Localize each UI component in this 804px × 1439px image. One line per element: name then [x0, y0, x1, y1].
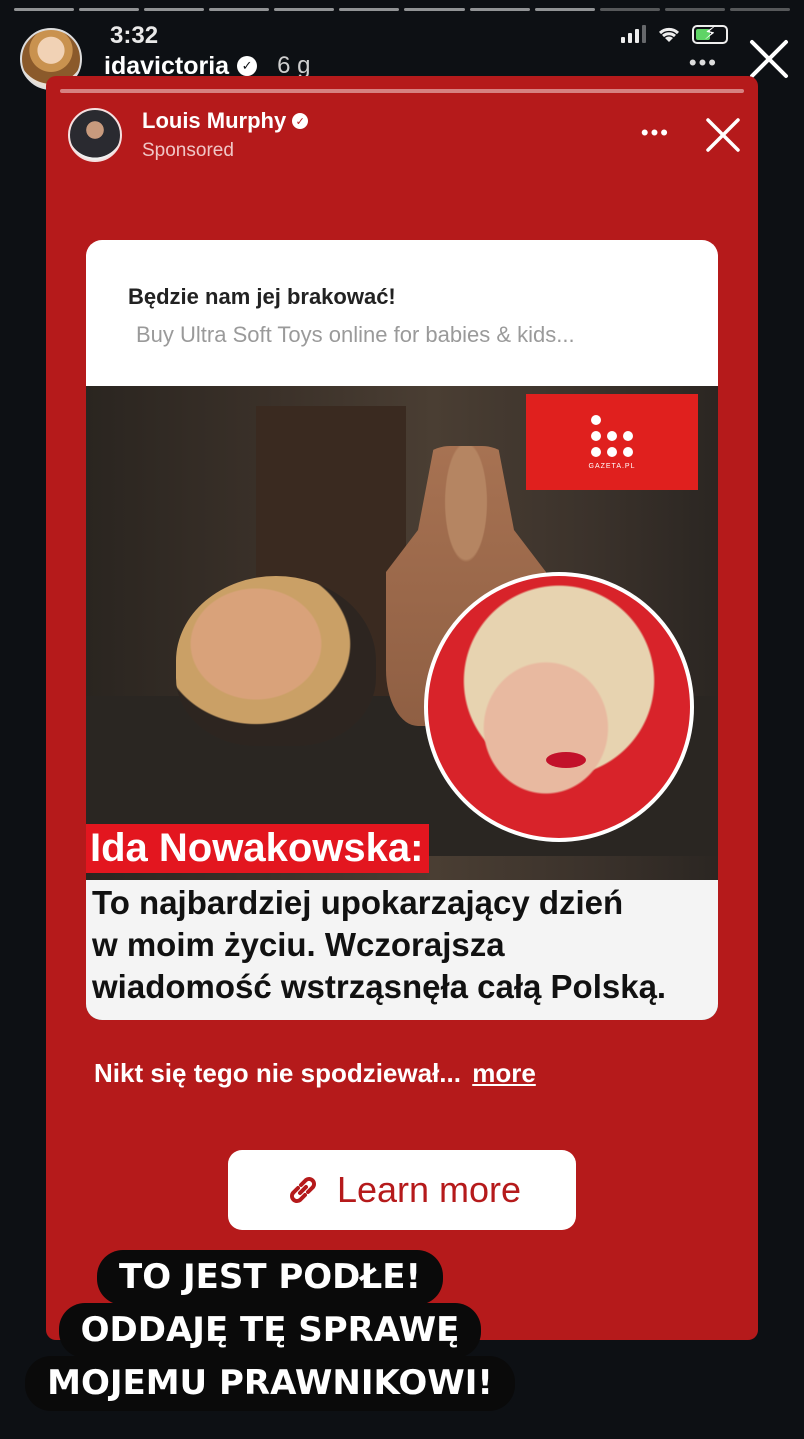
- ad-progress-bar: [60, 89, 744, 93]
- ad-header: Louis Murphy ✓ Sponsored: [68, 108, 309, 162]
- link-preview[interactable]: Będzie nam jej brakować! Buy Ultra Soft …: [86, 240, 718, 386]
- story-more-button[interactable]: •••: [689, 50, 718, 76]
- caption-line: MOJEMU PRAWNIKOWI!: [25, 1356, 515, 1412]
- close-icon[interactable]: [702, 114, 744, 156]
- progress-segment: [599, 8, 660, 11]
- link-title: Będzie nam jej brakować!: [128, 284, 396, 309]
- gazeta-dots-icon: [591, 414, 633, 457]
- ad-description: Nikt się tego nie spodziewał... more: [94, 1058, 536, 1089]
- verified-icon: ✓: [292, 113, 309, 129]
- headline-name: Ida Nowakowska:: [86, 824, 430, 873]
- progress-segment: [79, 8, 140, 11]
- verified-icon: ✓: [237, 56, 258, 76]
- story-progress-bar: [14, 8, 790, 11]
- woman-figure: [176, 576, 376, 746]
- learn-more-button[interactable]: Learn more: [228, 1150, 576, 1230]
- battery-icon: ⚡: [692, 23, 728, 44]
- progress-segment: [339, 8, 400, 11]
- progress-segment: [274, 8, 335, 11]
- status-icons: ⚡: [621, 23, 728, 44]
- headline-body: To najbardziej upokarzający dzień w moim…: [86, 880, 718, 1020]
- progress-segment: [534, 8, 595, 11]
- progress-segment: [729, 8, 790, 11]
- headline-line: wiadomość wstrząsnęła całą Polską.: [92, 968, 667, 1005]
- portrait-inset: [424, 572, 694, 842]
- signal-icon: [621, 25, 646, 43]
- ad-creative[interactable]: Będzie nam jej brakować! Buy Ultra Soft …: [86, 240, 718, 1020]
- gazeta-logo: GAZETA.PL: [526, 394, 698, 490]
- learn-more-label: Learn more: [336, 1169, 522, 1210]
- more-link[interactable]: more: [472, 1058, 536, 1088]
- wifi-icon: [658, 27, 680, 42]
- caption-line: TO JEST PODŁE!: [97, 1250, 443, 1306]
- progress-segment: [209, 8, 270, 11]
- link-icon: [289, 1177, 316, 1203]
- headline-line: w moim życiu. Wczorajsza: [92, 926, 505, 963]
- headline-line: To najbardziej upokarzający dzień: [92, 884, 624, 921]
- progress-segment: [144, 8, 205, 11]
- publisher-badge: GAZETA.PL: [588, 462, 636, 470]
- sponsored-label: Sponsored: [142, 140, 234, 161]
- progress-segment: [664, 8, 725, 11]
- progress-segment: [469, 8, 530, 11]
- ad-card[interactable]: Louis Murphy ✓ Sponsored ••• Będzie nam …: [46, 76, 758, 1340]
- ad-image: GAZETA.PL Ida Nowakowska: To najbardziej…: [86, 386, 718, 1020]
- caption-line: ODDAJĘ TĘ SPRAWĘ: [58, 1303, 482, 1359]
- advertiser-avatar[interactable]: [68, 108, 122, 162]
- progress-segment: [404, 8, 465, 11]
- link-subtitle: Buy Ultra Soft Toys online for babies & …: [136, 322, 575, 347]
- ad-more-button[interactable]: •••: [641, 120, 670, 146]
- story-caption: TO JEST PODŁE! ODDAJĘ TĘ SPRAWĘ MOJEMU P…: [0, 1250, 540, 1412]
- description-text: Nikt się tego nie spodziewał...: [94, 1058, 461, 1088]
- progress-segment: [14, 8, 75, 11]
- advertiser-name[interactable]: Louis Murphy: [142, 108, 286, 134]
